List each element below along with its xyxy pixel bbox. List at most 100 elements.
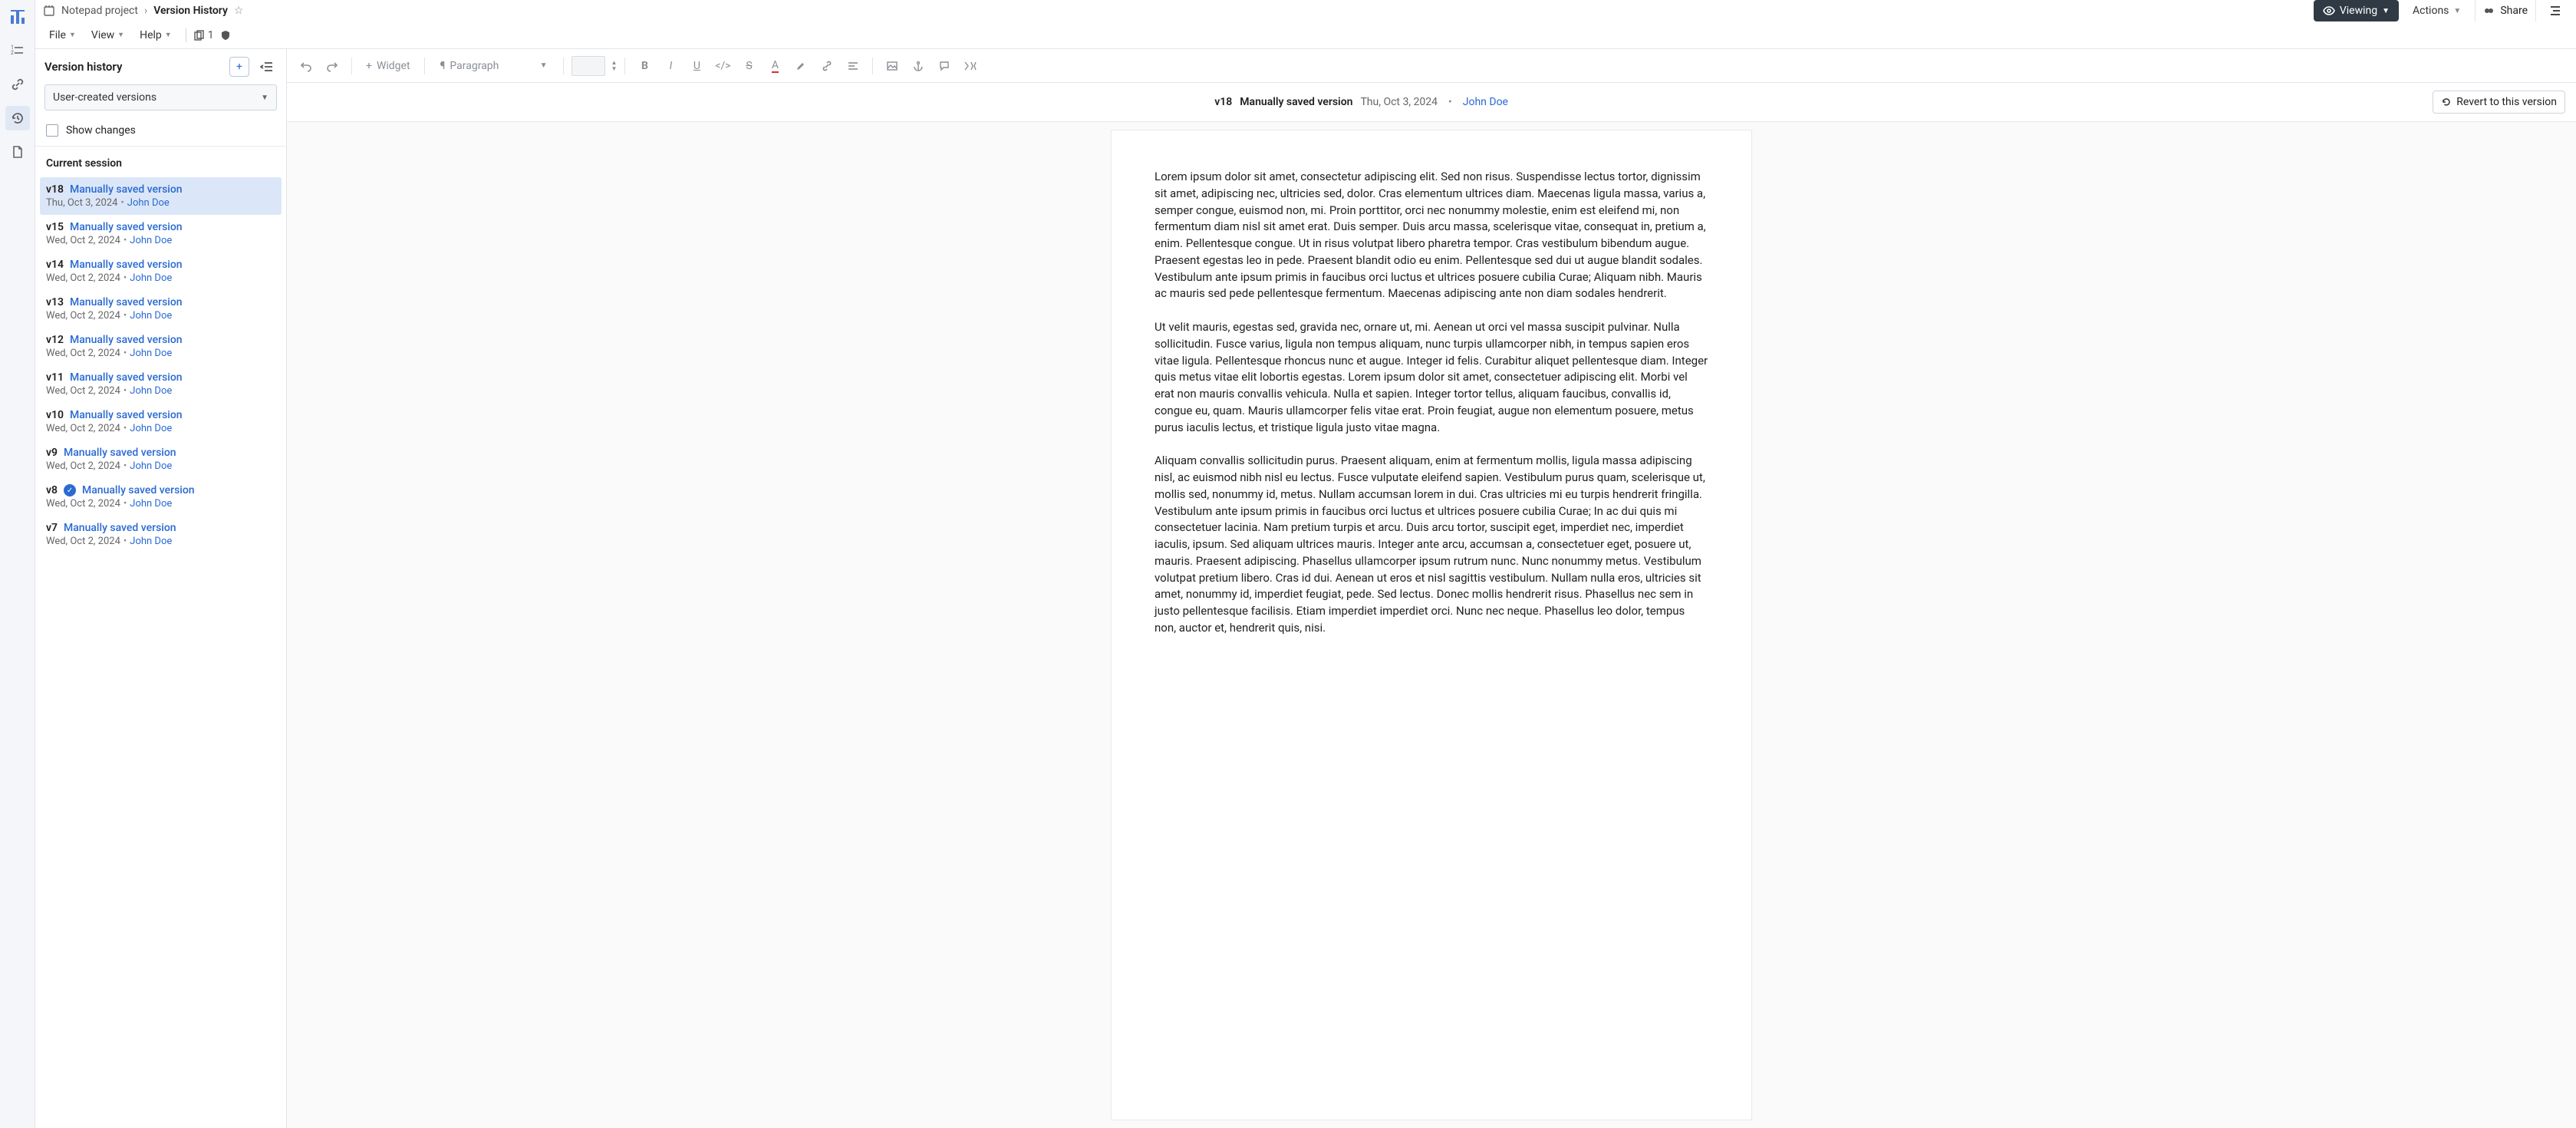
version-num: v7 (46, 522, 58, 534)
paragraph: Lorem ipsum dolor sit amet, consectetur … (1155, 169, 1708, 302)
version-author[interactable]: John Doe (130, 460, 172, 472)
version-title: Manually saved version (70, 221, 183, 233)
version-author[interactable]: John Doe (130, 348, 172, 359)
comment-icon[interactable] (933, 54, 956, 78)
banner-version-title: Manually saved version (1240, 96, 1352, 108)
version-author[interactable]: John Doe (130, 423, 172, 434)
version-num: v15 (46, 221, 64, 233)
revert-label: Revert to this version (2456, 96, 2557, 108)
file-label: File (49, 29, 66, 41)
version-banner: v18 Manually saved version Thu, Oct 3, 2… (287, 83, 2576, 122)
breadcrumb-sep: › (144, 5, 147, 17)
italic-icon[interactable]: I (659, 54, 682, 78)
version-title: Manually saved version (64, 522, 176, 534)
version-item[interactable]: v10Manually saved versionWed, Oct 2, 202… (40, 403, 282, 440)
image-icon[interactable] (881, 54, 904, 78)
font-size-input[interactable] (572, 56, 605, 76)
outline-icon[interactable] (2542, 0, 2568, 22)
version-num: v10 (46, 409, 64, 421)
version-filter-select[interactable]: User-created versions ▼ (44, 84, 277, 110)
star-icon[interactable]: ☆ (234, 5, 244, 17)
text-color-icon[interactable]: A (763, 54, 786, 78)
shield-icon[interactable] (217, 27, 234, 44)
font-size-stepper[interactable]: ▲▼ (608, 60, 618, 72)
breadcrumb-project[interactable]: Notepad project (61, 5, 138, 17)
code-icon[interactable]: </> (711, 54, 734, 78)
version-item[interactable]: v14Manually saved versionWed, Oct 2, 202… (40, 252, 282, 290)
view-label: View (91, 29, 114, 41)
version-author[interactable]: John Doe (127, 197, 170, 209)
page-icon[interactable] (5, 140, 30, 164)
highlight-icon[interactable] (789, 54, 812, 78)
help-label: Help (140, 29, 162, 41)
version-author[interactable]: John Doe (130, 385, 172, 397)
strikethrough-icon[interactable]: S (737, 54, 760, 78)
verified-badge-icon: ✓ (64, 484, 76, 496)
banner-version-author[interactable]: John Doe (1463, 96, 1508, 108)
paragraph: Ut velit mauris, egestas sed, gravida ne… (1155, 319, 1708, 436)
editor-toolbar: +Widget ¶Paragraph ▼ ▲▼ B I U </> S A (287, 49, 2576, 83)
app-logo-icon[interactable] (5, 5, 30, 29)
viewing-mode-button[interactable]: Viewing ▼ (2314, 0, 2399, 21)
version-item[interactable]: v11Manually saved versionWed, Oct 2, 202… (40, 365, 282, 403)
version-title: Manually saved version (70, 409, 183, 421)
viewing-label: Viewing (2340, 5, 2377, 17)
filter-value: User-created versions (53, 91, 156, 104)
pilcrow-icon: ¶ (440, 60, 446, 72)
view-menu[interactable]: View▼ (85, 26, 130, 45)
versions-list: Current session v18Manually saved versio… (35, 147, 286, 1128)
chevron-down-icon: ▼ (261, 94, 268, 102)
banner-version-date: Thu, Oct 3, 2024 (1360, 96, 1438, 108)
version-item[interactable]: v12Manually saved versionWed, Oct 2, 202… (40, 328, 282, 365)
version-item[interactable]: v18Manually saved versionThu, Oct 3, 202… (40, 177, 282, 215)
version-author[interactable]: John Doe (130, 498, 172, 510)
version-date: Wed, Oct 2, 2024 (46, 310, 120, 322)
version-title: Manually saved version (70, 296, 183, 308)
underline-icon[interactable]: U (685, 54, 708, 78)
show-changes-checkbox[interactable] (46, 124, 58, 137)
show-changes-label: Show changes (66, 124, 136, 137)
version-title: Manually saved version (70, 183, 183, 196)
copies-count: 1 (208, 29, 214, 41)
version-item[interactable]: v15Manually saved versionWed, Oct 2, 202… (40, 215, 282, 252)
file-menu[interactable]: File▼ (43, 26, 82, 45)
version-author[interactable]: John Doe (130, 272, 172, 284)
revert-button[interactable]: Revert to this version (2433, 91, 2565, 114)
anchor-icon[interactable] (907, 54, 930, 78)
version-date: Wed, Oct 2, 2024 (46, 460, 120, 472)
formula-icon[interactable] (959, 54, 982, 78)
document-scroll[interactable]: Lorem ipsum dolor sit amet, consectetur … (287, 122, 2576, 1128)
version-date: Wed, Oct 2, 2024 (46, 498, 120, 510)
left-icon-rail: 12 (0, 0, 35, 1128)
undo-icon[interactable] (295, 54, 318, 78)
version-author[interactable]: John Doe (130, 310, 172, 322)
link-icon[interactable] (5, 72, 30, 97)
chevron-down-icon: ▼ (2453, 7, 2461, 15)
align-icon[interactable] (842, 54, 865, 78)
version-item[interactable]: v8✓Manually saved versionWed, Oct 2, 202… (40, 478, 282, 516)
add-version-button[interactable]: + (229, 57, 249, 77)
version-author[interactable]: John Doe (130, 235, 172, 246)
version-title: Manually saved version (70, 259, 183, 271)
version-item[interactable]: v7Manually saved versionWed, Oct 2, 2024… (40, 516, 282, 553)
actions-label: Actions (2413, 5, 2449, 17)
breadcrumb-title[interactable]: Version History (153, 5, 228, 17)
redo-icon[interactable] (321, 54, 344, 78)
bold-icon[interactable]: B (633, 54, 656, 78)
link-icon[interactable] (815, 54, 838, 78)
version-item[interactable]: v13Manually saved versionWed, Oct 2, 202… (40, 290, 282, 328)
copies-indicator[interactable]: 1 (194, 29, 214, 41)
paragraph-style-select[interactable]: ¶Paragraph ▼ (433, 57, 555, 75)
actions-menu[interactable]: Actions ▼ (2405, 0, 2469, 21)
version-author[interactable]: John Doe (130, 536, 172, 547)
version-title: Manually saved version (82, 484, 195, 496)
share-button[interactable]: Share (2475, 0, 2536, 21)
collapse-sidebar-icon[interactable] (257, 57, 277, 77)
version-item[interactable]: v9Manually saved versionWed, Oct 2, 2024… (40, 440, 282, 478)
widget-button[interactable]: +Widget (360, 57, 417, 75)
help-menu[interactable]: Help▼ (133, 26, 178, 45)
version-num: v12 (46, 334, 64, 346)
history-icon[interactable] (5, 106, 30, 130)
list-icon[interactable]: 12 (5, 38, 30, 63)
menu-bar: File▼ View▼ Help▼ 1 (35, 21, 2576, 49)
